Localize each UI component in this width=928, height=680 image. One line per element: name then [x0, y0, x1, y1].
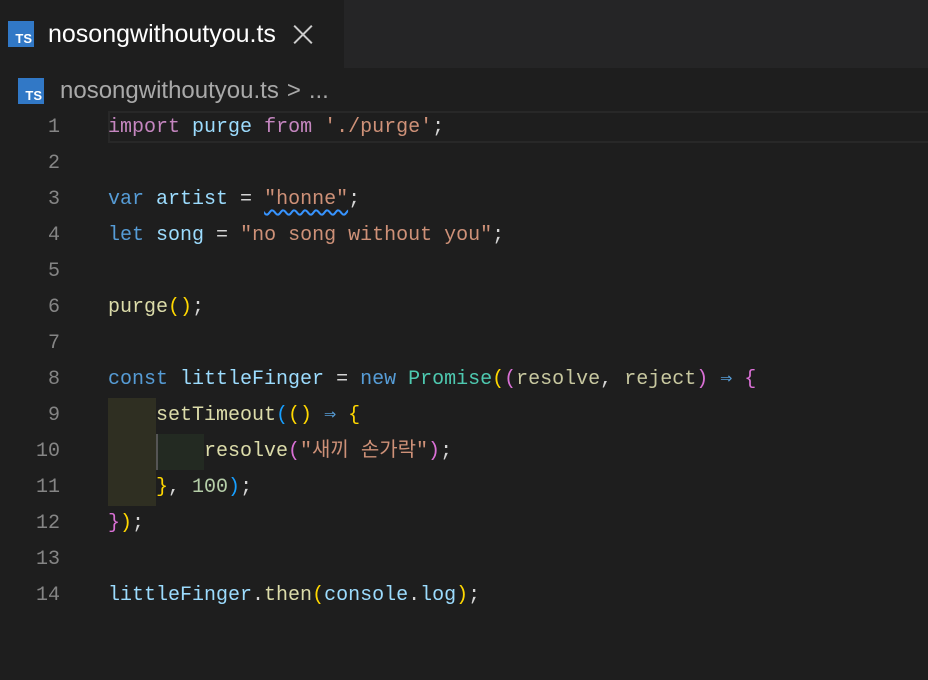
code-editor[interactable]: 1 import purge from './purge'; 2 3 var a…	[0, 110, 928, 680]
breadcrumb: TS nosongwithoutyou.ts > ...	[0, 68, 928, 114]
indent-highlight	[108, 398, 156, 434]
code-text: setTimeout(() ⇒ {	[156, 404, 361, 427]
code-text: const littleFinger = new Promise((resolv…	[108, 368, 757, 391]
code-line[interactable]: 11 }, 100);	[0, 470, 928, 506]
code-line[interactable]: 8 const littleFinger = new Promise((reso…	[0, 362, 928, 398]
line-number: 8	[47, 368, 60, 391]
code-text: littleFinger.then(console.log);	[108, 584, 481, 607]
line-number: 4	[47, 224, 60, 247]
line-number: 11	[35, 476, 60, 499]
line-number: 5	[47, 260, 60, 283]
code-line[interactable]: 4 let song = "no song without you";	[0, 218, 928, 254]
code-text: let song = "no song without you";	[108, 224, 505, 247]
line-number: 6	[47, 296, 60, 319]
code-line[interactable]: 13	[0, 542, 928, 578]
warning-squiggle: "honne"	[264, 188, 349, 211]
code-line[interactable]: 12 });	[0, 506, 928, 542]
code-line[interactable]: 5	[0, 254, 928, 290]
indent-highlight	[156, 434, 204, 470]
breadcrumb-symbols[interactable]: ...	[309, 77, 329, 105]
typescript-file-icon: TS	[8, 21, 34, 47]
code-line[interactable]: 1 import purge from './purge';	[0, 110, 928, 146]
indent-highlight	[108, 434, 156, 470]
chevron-right-icon: >	[286, 77, 301, 104]
code-line[interactable]: 7	[0, 326, 928, 362]
code-text: var artist = "honne";	[108, 188, 361, 211]
code-line[interactable]: 2	[0, 146, 928, 182]
line-number: 1	[47, 116, 60, 139]
line-number: 12	[35, 512, 60, 535]
code-line[interactable]: 10 resolve("새끼 손가락");	[0, 434, 928, 470]
indent-highlight	[108, 470, 156, 506]
code-text: }, 100);	[156, 476, 253, 499]
tab-label: nosongwithoutyou.ts	[48, 19, 276, 48]
code-text: import purge from './purge';	[108, 116, 445, 139]
code-line[interactable]: 14 littleFinger.then(console.log);	[0, 578, 928, 614]
line-number: 7	[47, 332, 60, 355]
code-text: resolve("새끼 손가락");	[204, 440, 453, 463]
code-line[interactable]: 9 setTimeout(() ⇒ {	[0, 398, 928, 434]
code-line[interactable]: 3 var artist = "honne";	[0, 182, 928, 218]
code-text: });	[108, 512, 145, 535]
tab-nosongwithoutyou[interactable]: TS nosongwithoutyou.ts	[0, 0, 344, 68]
typescript-file-icon: TS	[18, 78, 44, 104]
breadcrumb-file[interactable]: nosongwithoutyou.ts	[60, 77, 279, 105]
tab-bar: TS nosongwithoutyou.ts	[0, 0, 928, 68]
line-number: 9	[47, 404, 60, 427]
code-line[interactable]: 6 purge();	[0, 290, 928, 326]
code-text: purge();	[108, 296, 205, 319]
line-number: 3	[47, 188, 60, 211]
line-number: 13	[35, 548, 60, 571]
line-number: 2	[47, 152, 60, 175]
close-icon[interactable]	[292, 23, 314, 45]
line-number: 10	[35, 440, 60, 463]
line-number: 14	[35, 584, 60, 607]
